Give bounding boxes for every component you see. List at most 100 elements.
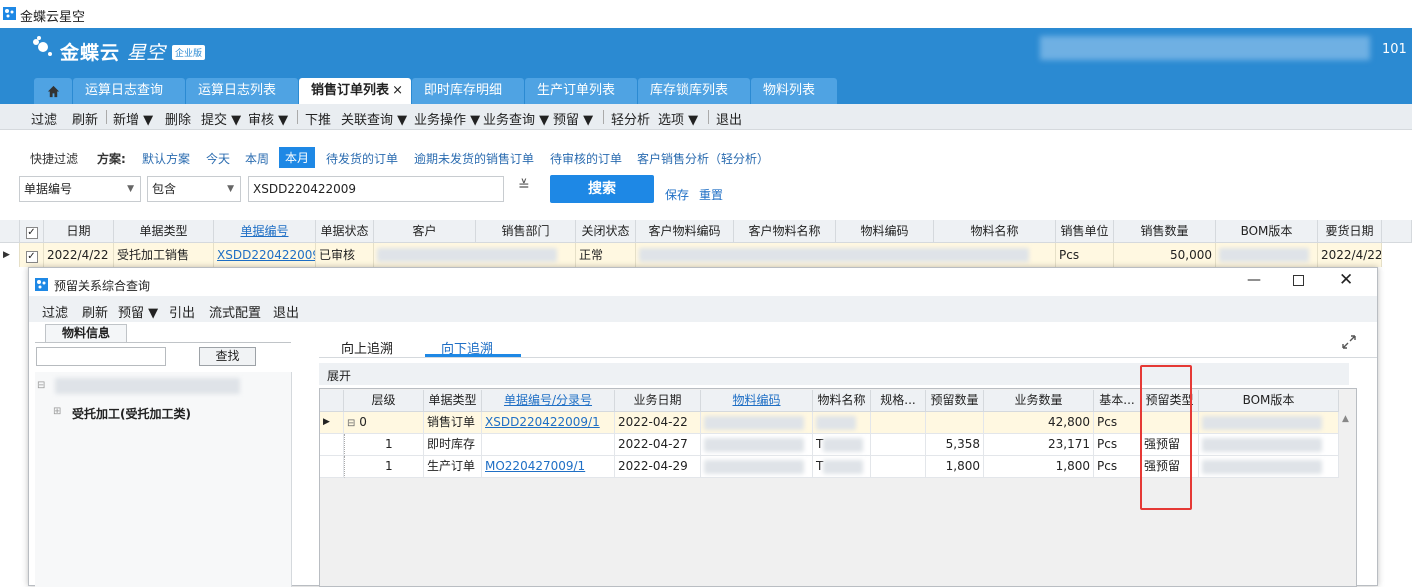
cell-base-unit[interactable]: Pcs: [1094, 434, 1141, 456]
home-tab[interactable]: [34, 78, 72, 104]
tree-root-blurred[interactable]: [55, 378, 240, 394]
col-doc-status[interactable]: 单据状态: [316, 220, 374, 243]
col-reserve-qty[interactable]: 预留数量: [926, 390, 984, 412]
reserve-button[interactable]: 预留 ▼: [553, 109, 593, 128]
cell-business-qty[interactable]: 42,800: [984, 412, 1094, 434]
cell-doc-entry-no[interactable]: [482, 434, 615, 456]
cell-doc-type[interactable]: 即时库存: [424, 434, 482, 456]
col-material-name[interactable]: 物料名称: [934, 220, 1056, 243]
close-icon[interactable]: ×: [392, 78, 403, 104]
cell-bom-blurred[interactable]: [1199, 412, 1339, 434]
expand-window-icon[interactable]: [1342, 335, 1356, 349]
cell-spec[interactable]: [871, 456, 926, 478]
new-button[interactable]: 新增 ▼: [113, 109, 153, 128]
cell-bom-blurred[interactable]: [1199, 434, 1339, 456]
col-doc-type[interactable]: 单据类型: [114, 220, 214, 243]
maximize-icon[interactable]: [1293, 275, 1304, 286]
cell-business-date[interactable]: 2022-04-29: [615, 456, 701, 478]
find-button[interactable]: 查找: [199, 347, 256, 366]
cell-doc-status[interactable]: 已审核: [316, 243, 374, 267]
minimize-icon[interactable]: —: [1247, 272, 1261, 288]
dialog-import-button[interactable]: 引出: [169, 302, 195, 321]
dialog-refresh-button[interactable]: 刷新: [82, 302, 108, 321]
cell-material-name[interactable]: T: [813, 434, 871, 456]
cell-materials-blurred[interactable]: [636, 243, 1056, 267]
refresh-button[interactable]: 刷新: [72, 109, 98, 128]
col-customer[interactable]: 客户: [374, 220, 476, 243]
cell-material-code-blurred[interactable]: [701, 456, 813, 478]
cell-doc-type[interactable]: 生产订单: [424, 456, 482, 478]
cell-material-code-blurred[interactable]: [701, 434, 813, 456]
cell-business-date[interactable]: 2022-04-27: [615, 434, 701, 456]
cell-level[interactable]: 1: [344, 456, 424, 478]
cell-material-code-blurred[interactable]: [701, 412, 813, 434]
scroll-up-icon[interactable]: ▲: [1342, 414, 1349, 424]
col-business-qty[interactable]: 业务数量: [984, 390, 1094, 412]
material-info-tab[interactable]: 物料信息: [45, 324, 127, 342]
cell-level[interactable]: ⊟ 0: [344, 412, 424, 434]
filter-button[interactable]: 过滤: [31, 109, 57, 128]
col-doc-type[interactable]: 单据类型: [424, 390, 482, 412]
expand-button[interactable]: 展开: [327, 367, 351, 384]
business-query-button[interactable]: 业务查询 ▼: [483, 109, 549, 128]
cell-doc-no[interactable]: XSDD220422009: [214, 243, 316, 267]
cell-customer-dept-blurred[interactable]: [374, 243, 576, 267]
scheme-default[interactable]: 默认方案: [142, 150, 190, 167]
col-bom-version[interactable]: BOM版本: [1199, 390, 1339, 412]
col-level[interactable]: 层级: [344, 390, 424, 412]
col-sales-qty[interactable]: 销售数量: [1114, 220, 1216, 243]
col-material-name[interactable]: 物料名称: [813, 390, 871, 412]
tab-trace-up[interactable]: 向上追溯: [341, 338, 393, 357]
tree-search-input[interactable]: [36, 347, 166, 366]
cell-bom-blurred[interactable]: [1216, 243, 1318, 267]
cell-sales-unit[interactable]: Pcs: [1056, 243, 1114, 267]
user-number[interactable]: 101: [1382, 42, 1407, 57]
row-checkbox[interactable]: ✓: [20, 243, 44, 267]
cell-date[interactable]: 2022/4/22: [44, 243, 114, 267]
tab-material-list[interactable]: 物料列表: [751, 78, 837, 104]
col-sales-unit[interactable]: 销售单位: [1056, 220, 1114, 243]
search-input[interactable]: XSDD220422009: [248, 176, 504, 202]
scheme-this-week[interactable]: 本周: [245, 150, 269, 167]
close-icon[interactable]: ✕: [1339, 270, 1353, 290]
select-all-checkbox[interactable]: ✓: [20, 220, 44, 243]
col-required-date[interactable]: 要货日期: [1318, 220, 1382, 243]
cell-material-name[interactable]: T: [813, 456, 871, 478]
cell-reserve-qty[interactable]: 1,800: [926, 456, 984, 478]
cell-doc-type[interactable]: 受托加工销售: [114, 243, 214, 267]
search-field-select[interactable]: 单据编号 ▼: [19, 176, 141, 202]
cell-base-unit[interactable]: Pcs: [1094, 456, 1141, 478]
col-material-code[interactable]: 物料编码: [836, 220, 934, 243]
tab-lock-inventory-list[interactable]: 库存锁库列表: [638, 78, 750, 104]
audit-button[interactable]: 审核 ▼: [248, 109, 288, 128]
cell-sales-qty[interactable]: 50,000: [1114, 243, 1216, 267]
cell-business-qty[interactable]: 1,800: [984, 456, 1094, 478]
cell-close-status[interactable]: 正常: [576, 243, 636, 267]
dialog-filter-button[interactable]: 过滤: [42, 302, 68, 321]
tree-expander-icon[interactable]: ⊟: [37, 380, 45, 391]
cell-material-name[interactable]: [813, 412, 871, 434]
expand-filter-icon[interactable]: ≚: [518, 178, 530, 194]
tab-production-order-list[interactable]: 生产订单列表: [525, 78, 637, 104]
cell-spec[interactable]: [871, 434, 926, 456]
push-down-button[interactable]: 下推: [305, 109, 331, 128]
col-base-unit[interactable]: 基本...: [1094, 390, 1141, 412]
cell-required-date[interactable]: 2022/4/22: [1318, 243, 1382, 267]
col-spec[interactable]: 规格...: [871, 390, 926, 412]
col-cust-material-code[interactable]: 客户物料编码: [636, 220, 734, 243]
search-operator-select[interactable]: 包含 ▼: [147, 176, 241, 202]
scheme-pending-audit[interactable]: 待审核的订单: [550, 150, 622, 167]
search-button[interactable]: 搜索: [550, 175, 654, 203]
options-button[interactable]: 选项 ▼: [658, 109, 698, 128]
cell-reserve-qty[interactable]: [926, 412, 984, 434]
tab-inventory-detail[interactable]: 即时库存明细: [412, 78, 524, 104]
col-sales-dept[interactable]: 销售部门: [476, 220, 576, 243]
cell-spec[interactable]: [871, 412, 926, 434]
cell-doc-type[interactable]: 销售订单: [424, 412, 482, 434]
scheme-today[interactable]: 今天: [206, 150, 230, 167]
col-doc-no[interactable]: 单据编号: [214, 220, 316, 243]
col-bom-version[interactable]: BOM版本: [1216, 220, 1318, 243]
delete-button[interactable]: 删除: [165, 109, 191, 128]
scheme-this-month[interactable]: 本月: [279, 147, 316, 168]
cell-doc-entry-no[interactable]: MO220427009/1: [482, 456, 615, 478]
